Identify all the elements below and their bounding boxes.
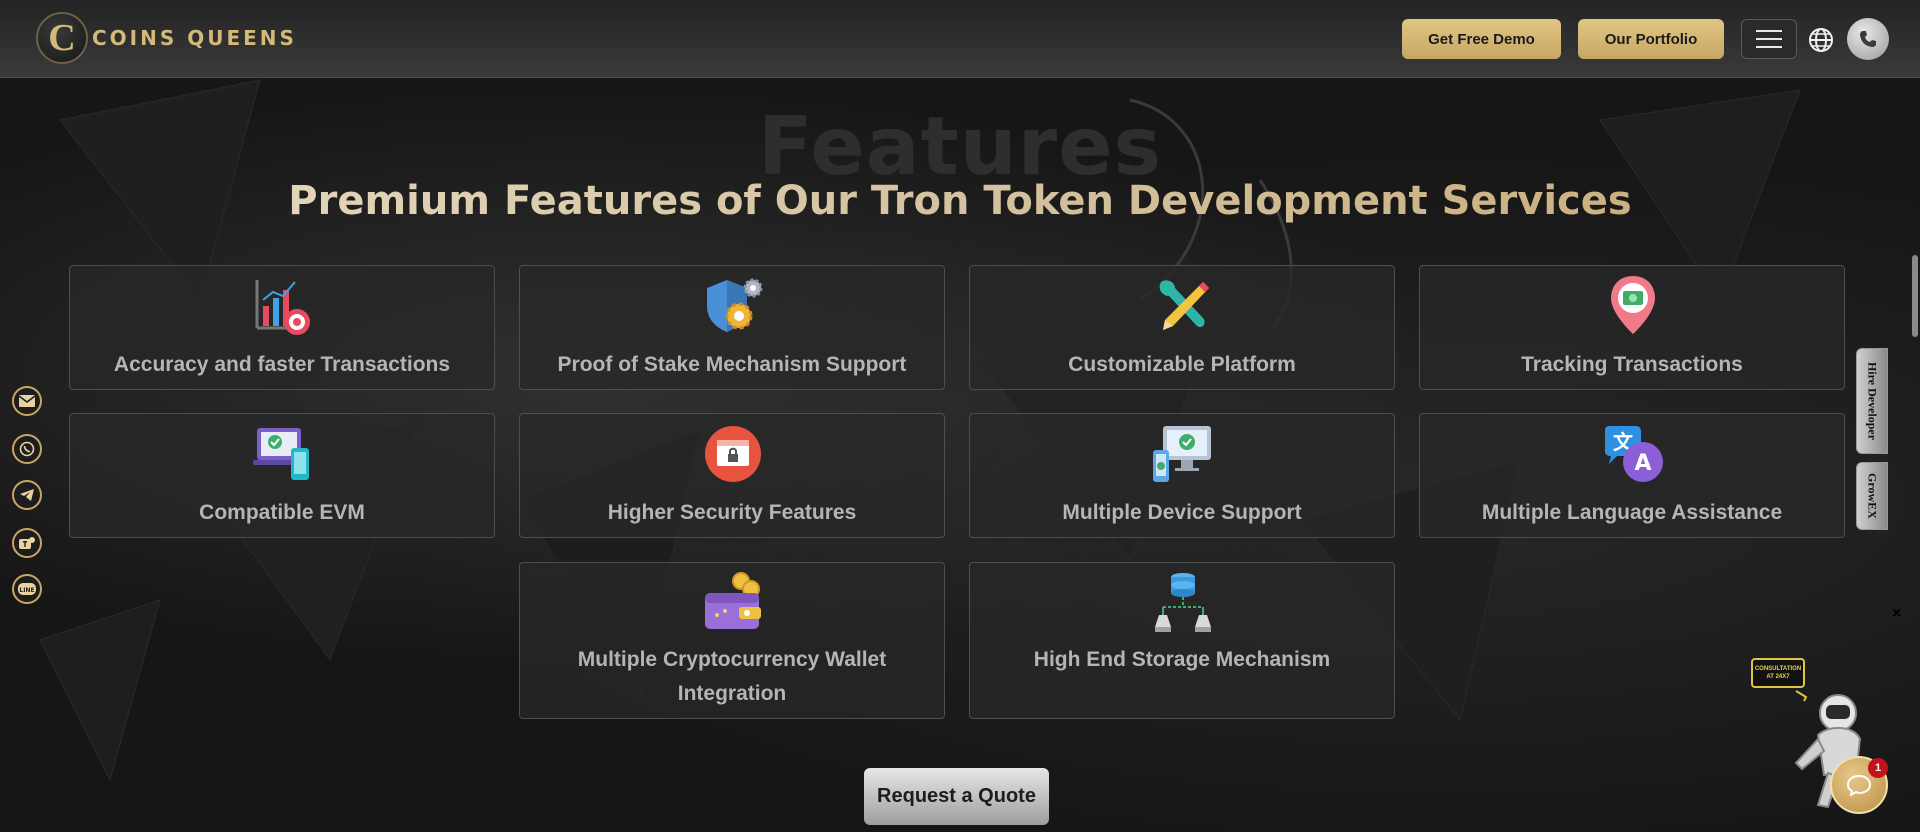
location-pin-money-icon [1611, 276, 1655, 334]
close-chat-icon[interactable]: × [1892, 605, 1901, 623]
feature-label: Compatible EVM [199, 501, 365, 524]
wallet-coins-icon [705, 572, 761, 629]
get-free-demo-button[interactable]: Get Free Demo [1402, 19, 1561, 59]
feature-card: Customizable Platform [969, 265, 1395, 390]
our-portfolio-button[interactable]: Our Portfolio [1578, 19, 1724, 59]
whatsapp-icon[interactable] [12, 434, 42, 464]
logo-badge: C [36, 12, 88, 64]
feature-card: Multiple Device Support [969, 413, 1395, 538]
line-icon[interactable]: LINE [12, 574, 42, 604]
feature-label: Multiple Device Support [1062, 501, 1302, 524]
feature-label: Customizable Platform [1068, 353, 1296, 376]
shield-gears-icon [707, 278, 763, 332]
site-header: C COINS QUEENS Get Free Demo Our Portfol… [0, 0, 1920, 78]
svg-text:LINE: LINE [19, 587, 34, 594]
telegram-icon[interactable] [12, 480, 42, 510]
translate-icon: 文 A [1605, 426, 1663, 482]
feature-label: Multiple Cryptocurrency Wallet Integrati… [577, 648, 887, 705]
phone-icon[interactable] [1847, 18, 1889, 60]
chat-speech-bubble: CONSULTATION AT 24X7 [1751, 658, 1805, 688]
feature-label: Tracking Transactions [1521, 353, 1743, 376]
feature-card: Accuracy and faster Transactions [69, 265, 495, 390]
chat-notification-badge: 1 [1868, 758, 1888, 778]
feature-card: Higher Security Features [519, 413, 945, 538]
section-title: Premium Features of Our Tron Token Devel… [0, 178, 1920, 224]
feature-card: 文 A Multiple Language Assistance [1419, 413, 1845, 538]
scrollbar-thumb[interactable] [1912, 255, 1918, 337]
laptop-phone-check-icon [253, 428, 309, 480]
wrench-pencil-icon [1159, 280, 1209, 330]
svg-text:A: A [1634, 451, 1651, 476]
hire-developer-tab[interactable]: Hire Developer [1856, 348, 1888, 454]
teams-icon[interactable] [12, 528, 42, 558]
feature-label: High End Storage Mechanism [1033, 648, 1331, 671]
feature-card: High End Storage Mechanism [969, 562, 1395, 719]
feature-card: Proof of Stake Mechanism Support [519, 265, 945, 390]
feature-label: Multiple Language Assistance [1481, 501, 1783, 524]
feature-card: Compatible EVM [69, 413, 495, 538]
multi-device-check-icon [1153, 426, 1211, 482]
growex-tab[interactable]: GrowEX [1856, 462, 1888, 530]
globe-icon[interactable] [1808, 27, 1834, 53]
feature-card: Multiple Cryptocurrency Wallet Integrati… [519, 562, 945, 719]
email-icon[interactable] [12, 386, 42, 416]
request-quote-button[interactable]: Request a Quote [864, 768, 1049, 825]
feature-label: Accuracy and faster Transactions [113, 353, 451, 376]
menu-icon[interactable] [1741, 19, 1797, 59]
logo[interactable]: C COINS QUEENS [36, 12, 297, 64]
browser-lock-icon [705, 426, 761, 482]
feature-card: Tracking Transactions [1419, 265, 1845, 390]
feature-label: Higher Security Features [607, 501, 857, 524]
analytics-target-icon [255, 280, 310, 335]
logo-text: COINS QUEENS [92, 26, 297, 50]
database-network-icon [1155, 573, 1211, 632]
feature-label: Proof of Stake Mechanism Support [557, 353, 907, 376]
